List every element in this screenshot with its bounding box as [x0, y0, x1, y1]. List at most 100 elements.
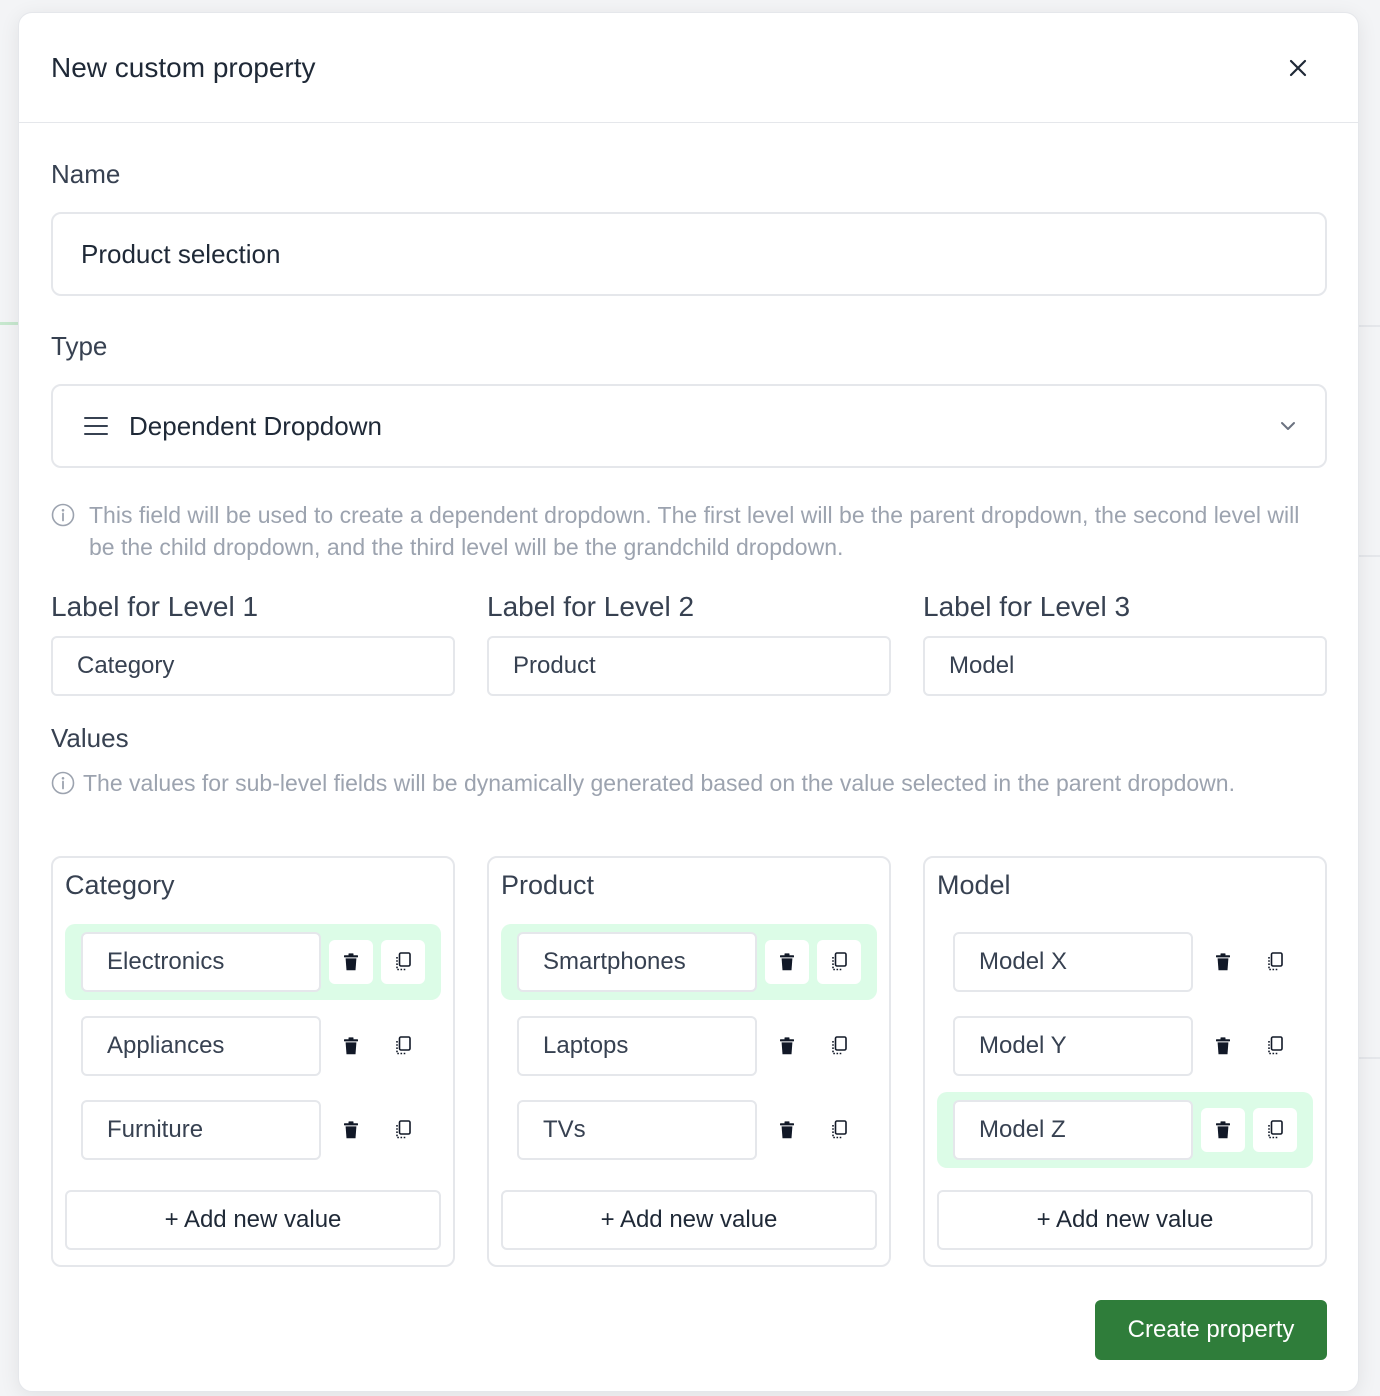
delete-value-button[interactable]: [329, 940, 373, 984]
dialog-title: New custom property: [51, 51, 316, 83]
values-help-text: The values for sub-level fields will be …: [83, 770, 1235, 796]
value-input[interactable]: TVs: [517, 1100, 757, 1160]
duplicate-value-button[interactable]: [381, 1024, 425, 1068]
type-select[interactable]: Dependent Dropdown: [51, 384, 1327, 468]
values-help: The values for sub-level fields will be …: [51, 767, 1301, 799]
duplicate-value-button[interactable]: [817, 1024, 861, 1068]
name-label: Name: [51, 159, 121, 189]
value-row[interactable]: Laptops: [501, 1008, 877, 1084]
value-input[interactable]: Laptops: [517, 1016, 757, 1076]
level-3-input-value: Model: [949, 652, 1015, 679]
value-row[interactable]: Electronics: [65, 924, 441, 1000]
values-column-0: Category Electronics Appliances Furniture + …: [51, 856, 455, 1267]
name-input[interactable]: Product selection: [51, 212, 1327, 296]
value-input-text: Furniture: [107, 1116, 204, 1143]
delete-value-button[interactable]: [765, 1024, 809, 1068]
value-row[interactable]: Model X: [937, 924, 1313, 1000]
value-row[interactable]: Model Y: [937, 1008, 1313, 1084]
add-new-value-button[interactable]: + Add new value: [937, 1190, 1313, 1250]
trash-icon: [343, 1121, 359, 1139]
value-input-text: Appliances: [107, 1032, 225, 1059]
value-input-text: Electronics: [107, 948, 225, 975]
type-label: Type: [51, 331, 108, 361]
level-2-input-value: Product: [513, 652, 596, 679]
delete-value-button[interactable]: [329, 1024, 373, 1068]
level-2-label: Label for Level 2: [487, 591, 695, 622]
duplicate-icon: [394, 1036, 412, 1056]
name-input-value: Product selection: [81, 238, 281, 269]
value-input-text: TVs: [543, 1116, 586, 1143]
value-input[interactable]: Furniture: [81, 1100, 321, 1160]
trash-icon: [779, 1121, 795, 1139]
level-3-input[interactable]: Model: [923, 636, 1327, 696]
duplicate-icon: [394, 952, 412, 972]
values-column-title: Model: [937, 870, 1011, 900]
dialog-header: New custom property: [19, 13, 1358, 123]
level-1-input[interactable]: Category: [51, 636, 455, 696]
duplicate-value-button[interactable]: [1253, 940, 1297, 984]
delete-value-button[interactable]: [1201, 940, 1245, 984]
custom-property-dialog: New custom property Name Product selecti…: [18, 12, 1359, 1392]
trash-icon: [779, 1037, 795, 1055]
duplicate-value-button[interactable]: [817, 940, 861, 984]
value-input[interactable]: Electronics: [81, 932, 321, 992]
list-icon: [83, 416, 109, 436]
duplicate-value-button[interactable]: [381, 940, 425, 984]
duplicate-value-button[interactable]: [817, 1108, 861, 1152]
create-property-button[interactable]: Create property: [1095, 1300, 1327, 1360]
duplicate-value-button[interactable]: [381, 1108, 425, 1152]
duplicate-icon: [1266, 1036, 1284, 1056]
value-input-text: Smartphones: [543, 948, 686, 975]
chevron-down-icon: [1279, 420, 1297, 432]
level-1-label: Label for Level 1: [51, 591, 259, 622]
delete-value-button[interactable]: [765, 940, 809, 984]
info-icon: [51, 771, 75, 799]
duplicate-icon: [394, 1120, 412, 1140]
value-input-text: Laptops: [543, 1032, 629, 1059]
value-row[interactable]: Smartphones: [501, 924, 877, 1000]
duplicate-icon: [830, 1120, 848, 1140]
duplicate-value-button[interactable]: [1253, 1024, 1297, 1068]
value-input[interactable]: Appliances: [81, 1016, 321, 1076]
info-icon: [51, 503, 75, 563]
value-row[interactable]: Appliances: [65, 1008, 441, 1084]
value-row[interactable]: TVs: [501, 1092, 877, 1168]
delete-value-button[interactable]: [765, 1108, 809, 1152]
level-1-input-value: Category: [77, 652, 175, 679]
value-row[interactable]: Furniture: [65, 1092, 441, 1168]
add-new-value-button[interactable]: + Add new value: [501, 1190, 877, 1250]
trash-icon: [1215, 953, 1231, 971]
values-column-2: Model Model X Model Y Model Z + Add new valu…: [923, 856, 1327, 1267]
trash-icon: [1215, 1121, 1231, 1139]
value-input[interactable]: Smartphones: [517, 932, 757, 992]
values-column-title: Product: [501, 870, 595, 900]
value-input[interactable]: Model X: [953, 932, 1193, 992]
level-2-input[interactable]: Product: [487, 636, 891, 696]
values-column-1: Product Smartphones Laptops TVs + Add new va…: [487, 856, 891, 1267]
value-input-text: Model Y: [979, 1032, 1067, 1059]
values-title: Values: [51, 723, 129, 753]
type-select-value: Dependent Dropdown: [129, 410, 382, 441]
value-input-text: Model X: [979, 948, 1068, 975]
value-input[interactable]: Model Z: [953, 1100, 1193, 1160]
delete-value-button[interactable]: [1201, 1108, 1245, 1152]
type-help: This field will be used to create a depe…: [51, 499, 1301, 563]
value-input-text: Model Z: [979, 1116, 1066, 1143]
trash-icon: [1215, 1037, 1231, 1055]
value-input[interactable]: Model Y: [953, 1016, 1193, 1076]
delete-value-button[interactable]: [1201, 1024, 1245, 1068]
duplicate-icon: [830, 952, 848, 972]
duplicate-value-button[interactable]: [1253, 1108, 1297, 1152]
duplicate-icon: [1266, 952, 1284, 972]
close-icon: [1289, 59, 1307, 76]
delete-value-button[interactable]: [329, 1108, 373, 1152]
duplicate-icon: [830, 1036, 848, 1056]
level-3-label: Label for Level 3: [923, 591, 1131, 622]
trash-icon: [343, 953, 359, 971]
add-new-value-button[interactable]: + Add new value: [65, 1190, 441, 1250]
close-button[interactable]: [1278, 48, 1318, 88]
duplicate-icon: [1266, 1120, 1284, 1140]
trash-icon: [343, 1037, 359, 1055]
trash-icon: [779, 953, 795, 971]
value-row[interactable]: Model Z: [937, 1092, 1313, 1168]
